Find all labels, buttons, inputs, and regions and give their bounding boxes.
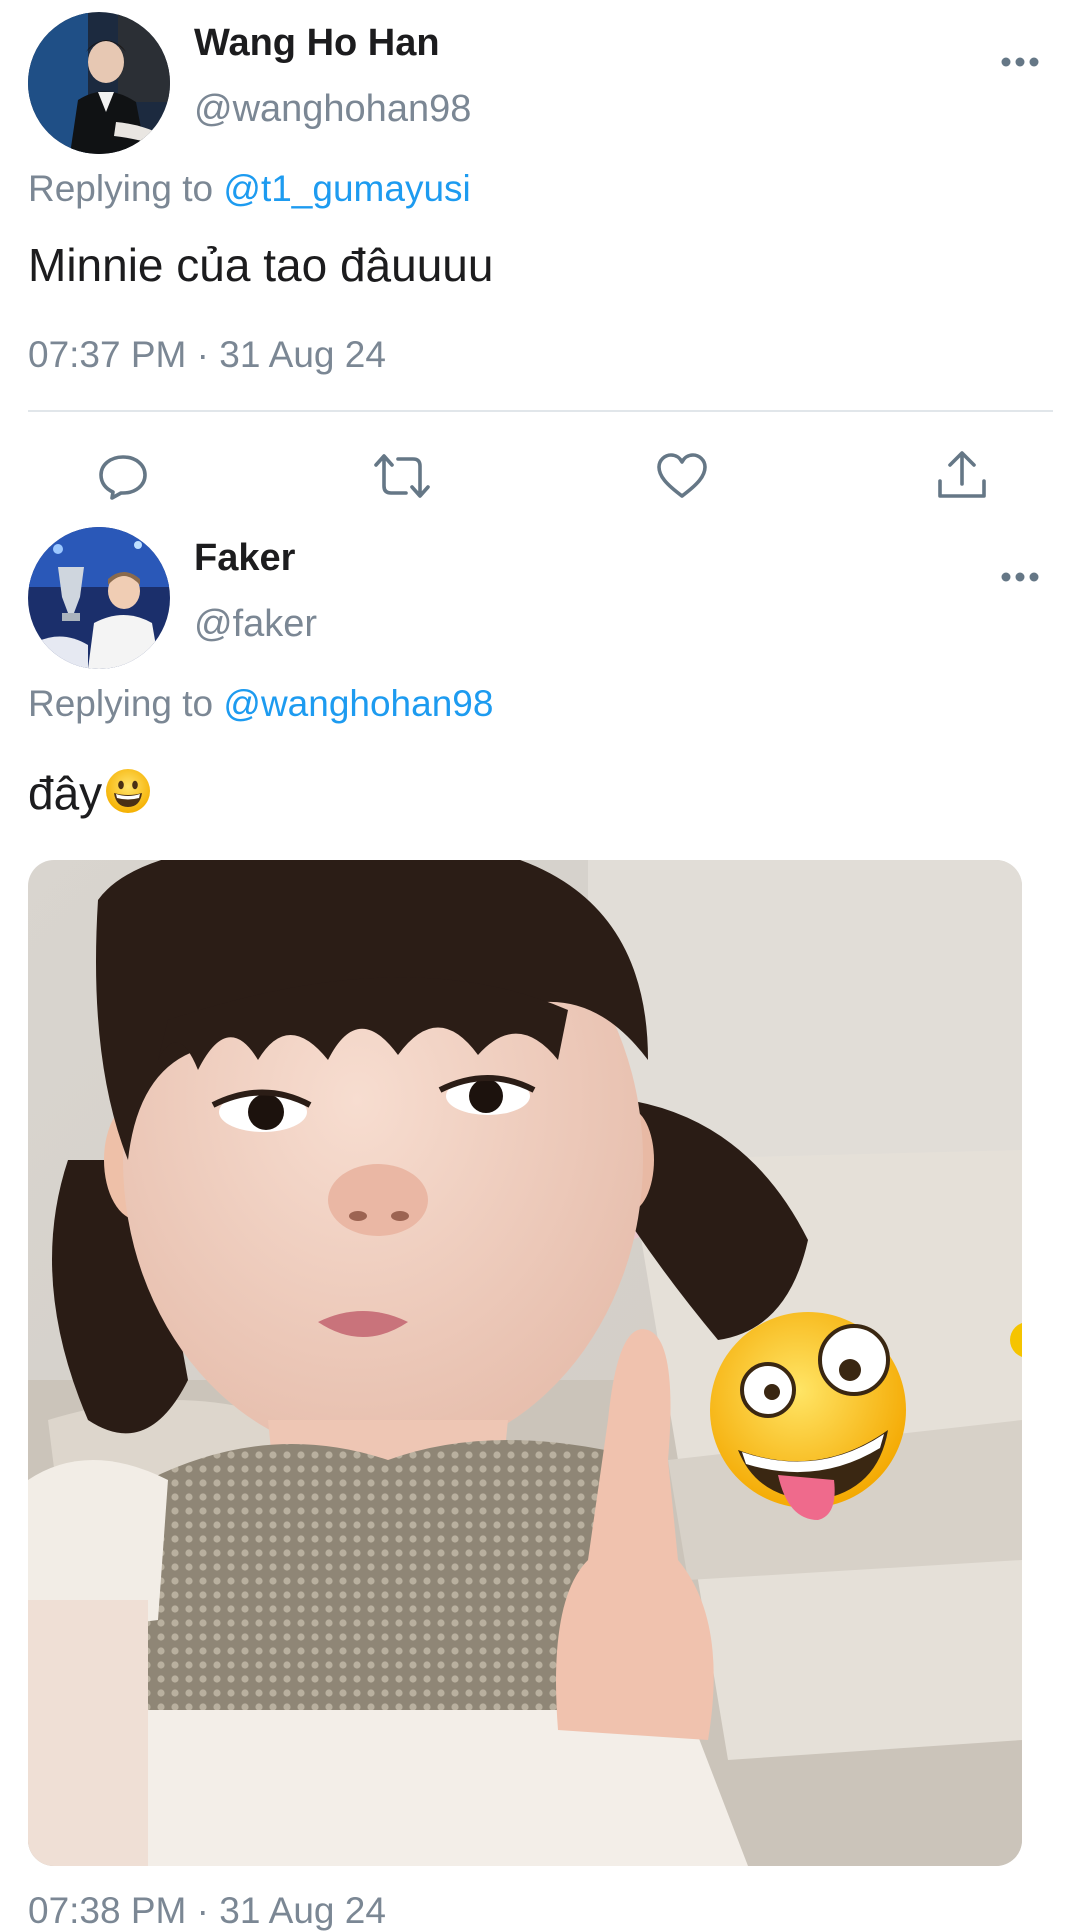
more-options-icon[interactable] bbox=[1000, 55, 1040, 67]
tweet-text: Minnie của tao đâuuuu bbox=[28, 239, 494, 291]
avatar-image bbox=[28, 527, 170, 669]
share-icon[interactable] bbox=[932, 446, 992, 506]
replying-to-line: Replying to @t1_gumayusi bbox=[28, 168, 471, 210]
display-name[interactable]: Faker bbox=[194, 537, 295, 580]
tweet-text: đây bbox=[28, 767, 103, 819]
more-options-icon[interactable] bbox=[1000, 570, 1040, 582]
tweet-text-line: đây bbox=[28, 766, 152, 820]
reply-icon[interactable] bbox=[93, 446, 153, 506]
user-handle[interactable]: @faker bbox=[194, 603, 317, 646]
tweet-photo[interactable] bbox=[28, 860, 1022, 1866]
avatar-faker[interactable] bbox=[28, 527, 170, 669]
divider bbox=[28, 410, 1053, 412]
replying-prefix: Replying to bbox=[28, 168, 214, 209]
replying-prefix: Replying to bbox=[28, 683, 214, 724]
tweet-timestamp[interactable]: 07:37 PM · 31 Aug 24 bbox=[28, 334, 386, 376]
user-handle[interactable]: @wanghohan98 bbox=[194, 88, 471, 131]
display-name[interactable]: Wang Ho Han bbox=[194, 22, 440, 65]
retweet-icon[interactable] bbox=[372, 446, 432, 506]
like-icon[interactable] bbox=[652, 446, 712, 506]
replying-to-link[interactable]: @wanghohan98 bbox=[223, 683, 493, 724]
replying-to-link[interactable]: @t1_gumayusi bbox=[223, 168, 470, 209]
grinning-face-emoji-icon bbox=[104, 767, 152, 815]
avatar-image bbox=[28, 12, 170, 154]
avatar-wanghohan98[interactable] bbox=[28, 12, 170, 154]
child-photo-image bbox=[28, 860, 1022, 1866]
replying-to-line: Replying to @wanghohan98 bbox=[28, 683, 493, 725]
tweet-timestamp[interactable]: 07:38 PM · 31 Aug 24 bbox=[28, 1890, 386, 1932]
